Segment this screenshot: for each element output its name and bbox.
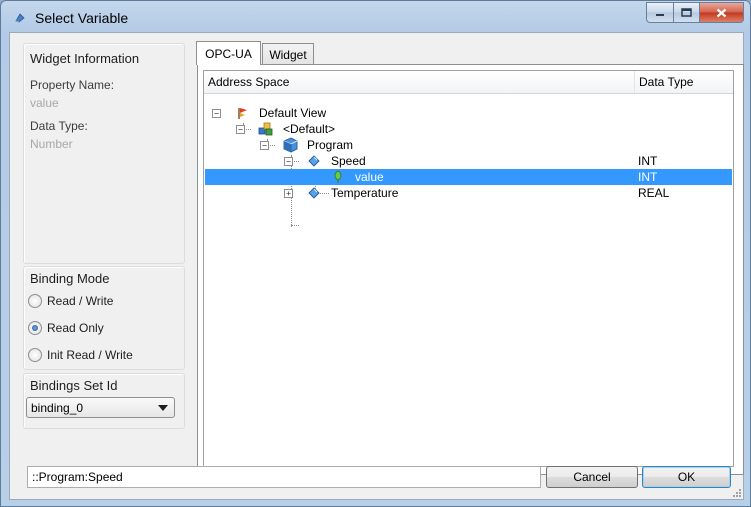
collapse-icon[interactable]: − xyxy=(236,125,245,134)
variable-path-input[interactable] xyxy=(27,466,541,488)
bindings-set-select[interactable]: binding_0 xyxy=(26,397,175,418)
resize-grip-icon[interactable] xyxy=(732,488,742,498)
tree-row[interactable]: + Temperature REAL xyxy=(205,185,732,201)
program-cube-icon xyxy=(283,137,298,153)
tree-row-type: INT xyxy=(638,154,658,168)
namespace-icon xyxy=(258,122,273,136)
tree-row-label: Default View xyxy=(259,106,327,120)
variable-diamond-icon xyxy=(308,187,320,199)
bindings-set-group: Bindings Set Id binding_0 xyxy=(23,373,185,429)
radio-init-read-write-label: Init Read / Write xyxy=(47,348,133,362)
widget-info-group: Widget Information Property Name: value … xyxy=(23,43,185,264)
tree-row[interactable]: − Default View xyxy=(205,105,732,121)
column-data-type[interactable]: Data Type xyxy=(635,71,732,93)
collapse-icon[interactable]: − xyxy=(284,157,293,166)
close-icon xyxy=(716,8,727,17)
tree-row[interactable]: − <Default> xyxy=(205,121,732,137)
tree-row-label: Program xyxy=(307,138,354,152)
data-type-value: Number xyxy=(30,137,73,151)
bindings-set-heading: Bindings Set Id xyxy=(30,378,118,393)
tree-header: Address Space Data Type xyxy=(204,71,733,94)
dropdown-arrow-icon xyxy=(158,404,168,411)
column-address-space[interactable]: Address Space xyxy=(204,71,635,93)
maximize-button[interactable] xyxy=(674,2,700,23)
tree-row-selected[interactable]: value INT xyxy=(205,169,732,185)
close-button[interactable] xyxy=(700,2,744,23)
widget-info-heading: Widget Information xyxy=(30,51,140,66)
collapse-icon[interactable]: − xyxy=(212,109,221,118)
window-title: Select Variable xyxy=(35,10,129,26)
collapse-icon[interactable]: − xyxy=(260,141,269,150)
radio-init-read-write[interactable]: Init Read / Write xyxy=(28,348,133,362)
binding-mode-group: Binding Mode Read / Write Read Only Init… xyxy=(23,266,185,370)
radio-read-only-label: Read Only xyxy=(47,321,104,335)
tree-row-label: Temperature xyxy=(331,186,399,200)
minimize-icon xyxy=(656,13,664,16)
radio-read-write[interactable]: Read / Write xyxy=(28,294,113,308)
tree-row[interactable]: − Speed INT xyxy=(205,153,732,169)
maximize-icon xyxy=(681,8,692,17)
binding-mode-heading: Binding Mode xyxy=(30,271,110,286)
variable-diamond-icon xyxy=(308,155,320,167)
radio-button[interactable] xyxy=(28,348,42,362)
data-type-label: Data Type: xyxy=(30,119,88,133)
dialog-window: Select Variable Widget Information Prope… xyxy=(0,0,751,507)
tab-widget[interactable]: Widget xyxy=(262,43,314,65)
tree-row-type: REAL xyxy=(638,186,670,200)
tree-row[interactable]: − Program xyxy=(205,137,732,153)
tree-row-label: Speed xyxy=(331,154,366,168)
ok-button[interactable]: OK xyxy=(642,466,731,488)
dialog-body: Widget Information Property Name: value … xyxy=(9,32,744,500)
tree-row-label: <Default> xyxy=(283,122,336,136)
bindings-set-value: binding_0 xyxy=(31,400,84,415)
minimize-button[interactable] xyxy=(646,2,674,23)
radio-button[interactable] xyxy=(28,294,42,308)
radio-read-only[interactable]: Read Only xyxy=(28,321,104,335)
app-icon xyxy=(15,13,25,23)
opc-ua-panel: Address Space Data Type − Default View −… xyxy=(197,64,744,475)
tree-connector xyxy=(291,225,299,226)
radio-read-write-label: Read / Write xyxy=(47,294,114,308)
tab-opc-ua[interactable]: OPC-UA xyxy=(196,41,261,65)
property-name-label: Property Name: xyxy=(30,78,115,92)
value-leaf-icon xyxy=(334,170,342,183)
cancel-button[interactable]: Cancel xyxy=(546,466,638,488)
property-name-value: value xyxy=(30,96,59,110)
tree-row-label: value xyxy=(355,170,384,184)
title-bar[interactable]: Select Variable xyxy=(1,1,750,35)
view-flag-icon xyxy=(238,108,247,119)
address-space-tree[interactable]: Address Space Data Type − Default View −… xyxy=(203,70,734,467)
expand-icon[interactable]: + xyxy=(284,189,293,198)
radio-button-checked[interactable] xyxy=(28,321,42,335)
tree-row-type: INT xyxy=(638,170,658,184)
